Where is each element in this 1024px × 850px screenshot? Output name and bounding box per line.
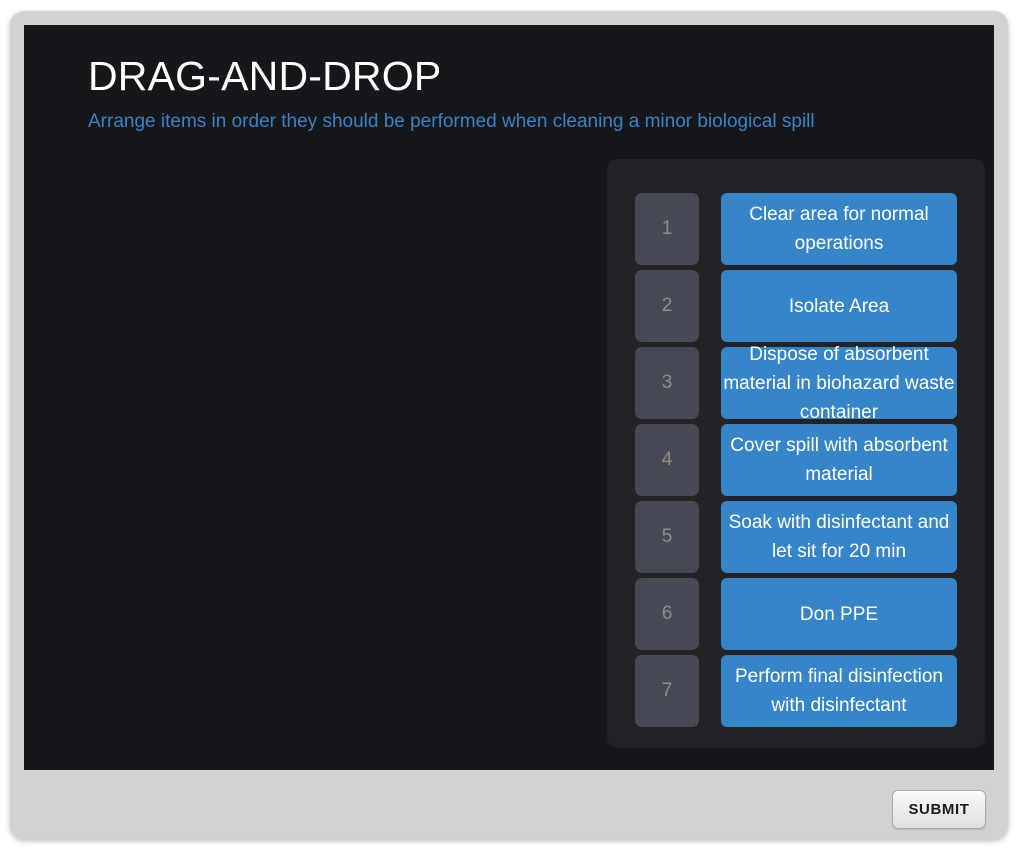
draggable-card-label: Don PPE xyxy=(799,603,879,625)
item-bank-panel: 1 Clear area for normal operations 2 Iso… xyxy=(607,159,985,748)
order-slot[interactable]: 3 xyxy=(635,347,699,419)
draggable-card[interactable]: Soak with disinfectant and let sit for 2… xyxy=(721,501,957,573)
order-slot[interactable]: 1 xyxy=(635,193,699,265)
order-slot-number: 5 xyxy=(661,526,673,547)
list-item: 4 Cover spill with absorbent material xyxy=(635,424,957,496)
drop-target-area[interactable] xyxy=(24,145,607,770)
order-slot-number: 1 xyxy=(661,218,673,239)
draggable-card[interactable]: Isolate Area xyxy=(721,270,957,342)
draggable-card[interactable]: Dispose of absorbent material in biohaza… xyxy=(721,344,957,423)
order-slot-number: 3 xyxy=(661,372,673,393)
draggable-card[interactable]: Clear area for normal operations xyxy=(721,193,957,265)
list-item: 5 Soak with disinfectant and let sit for… xyxy=(635,501,957,573)
list-item: 2 Isolate Area xyxy=(635,270,957,342)
draggable-card[interactable]: Cover spill with absorbent material xyxy=(721,424,957,496)
submit-button[interactable]: SUBMIT xyxy=(892,790,986,829)
draggable-card-label: Soak with disinfectant and let sit for 2… xyxy=(728,512,950,562)
activity-stage: DRAG-AND-DROP Arrange items in order the… xyxy=(24,25,994,770)
list-item: 7 Perform final disinfection with disinf… xyxy=(635,655,957,727)
order-slot-number: 4 xyxy=(661,449,673,470)
list-item: 6 Don PPE xyxy=(635,578,957,650)
footer-bar: SUBMIT xyxy=(10,770,1008,839)
order-slot[interactable]: 5 xyxy=(635,501,699,573)
list-item: 1 Clear area for normal operations xyxy=(635,193,957,265)
draggable-card-label: Clear area for normal operations xyxy=(749,204,929,254)
draggable-card-label: Perform final disinfection with disinfec… xyxy=(734,666,944,716)
draggable-card-label: Cover spill with absorbent material xyxy=(730,435,948,485)
activity-frame: DRAG-AND-DROP Arrange items in order the… xyxy=(10,11,1008,839)
activity-instructions: Arrange items in order they should be pe… xyxy=(88,110,815,132)
activity-header: DRAG-AND-DROP Arrange items in order the… xyxy=(88,55,968,133)
order-slot-number: 2 xyxy=(661,295,673,316)
order-slot[interactable]: 7 xyxy=(635,655,699,727)
draggable-card-label: Dispose of absorbent material in biohaza… xyxy=(723,343,955,423)
list-item: 3 Dispose of absorbent material in bioha… xyxy=(635,344,957,423)
order-slot-number: 6 xyxy=(661,603,673,624)
page-title: DRAG-AND-DROP xyxy=(88,53,442,99)
draggable-card[interactable]: Perform final disinfection with disinfec… xyxy=(721,655,957,727)
order-slot[interactable]: 2 xyxy=(635,270,699,342)
order-slot[interactable]: 4 xyxy=(635,424,699,496)
draggable-card-label: Isolate Area xyxy=(788,295,890,317)
order-slot-number: 7 xyxy=(661,680,673,701)
order-slot[interactable]: 6 xyxy=(635,578,699,650)
draggable-card[interactable]: Don PPE xyxy=(721,578,957,650)
